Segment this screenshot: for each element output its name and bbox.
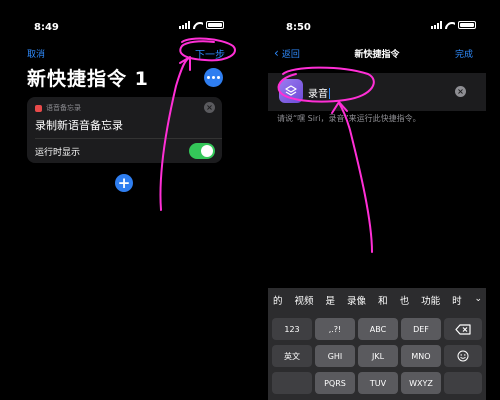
key-pqrs[interactable]: PQRS (315, 372, 355, 394)
key-abc[interactable]: ABC (358, 318, 398, 340)
cellular-signal-icon (179, 21, 190, 29)
emoji-icon[interactable] (444, 345, 482, 367)
text-caret (329, 88, 330, 99)
shortcut-name-field[interactable]: 录音 × (268, 73, 486, 111)
status-time: 8:50 (286, 22, 311, 33)
status-time: 8:49 (34, 22, 59, 33)
status-bar: 8:49 (14, 16, 234, 34)
divider (35, 138, 222, 139)
key-def[interactable]: DEF (401, 318, 441, 340)
return-key[interactable] (444, 372, 482, 394)
show-when-run-toggle[interactable] (189, 143, 215, 159)
key-123[interactable]: 123 (272, 318, 312, 340)
action-app-header: 语音备忘录 (35, 103, 81, 113)
key-tuv[interactable]: TUV (358, 372, 398, 394)
candidate-word[interactable]: 也 (400, 293, 410, 307)
key-jkl[interactable]: JKL (358, 345, 398, 367)
shortcut-title: 新快捷指令 1 (27, 68, 149, 90)
backspace-icon[interactable] (444, 318, 482, 340)
action-app-name: 语音备忘录 (46, 104, 81, 112)
remove-action-icon[interactable]: × (204, 102, 215, 113)
status-icons (431, 21, 476, 29)
clear-text-icon[interactable]: × (455, 86, 466, 97)
key-ghi[interactable]: GHI (315, 345, 355, 367)
battery-icon (206, 21, 224, 29)
key-punctuation[interactable]: ,.?! (315, 318, 355, 340)
candidate-word[interactable]: 录像 (347, 293, 366, 307)
candidate-bar: 的 视频 是 录像 和 也 功能 时 (268, 288, 486, 312)
next-button[interactable]: 下一步 (195, 46, 225, 61)
key-wxyz[interactable]: WXYZ (401, 372, 441, 394)
status-icons (179, 21, 224, 29)
layers-icon[interactable] (279, 79, 303, 103)
key-english[interactable]: 英文 (272, 345, 312, 367)
candidate-word[interactable]: 功能 (421, 293, 440, 307)
candidate-word[interactable]: 时 (452, 293, 462, 307)
wifi-icon (193, 21, 203, 29)
battery-icon (458, 21, 476, 29)
nav-title: 新快捷指令 (354, 50, 400, 60)
plus-icon[interactable]: + (115, 174, 133, 192)
cellular-signal-icon (431, 21, 442, 29)
wifi-icon (445, 21, 455, 29)
action-card: 语音备忘录 × 录制新语音备忘录 运行时显示 (27, 97, 222, 163)
key-mno[interactable]: MNO (401, 345, 441, 367)
action-label: 录制新语音备忘录 (35, 119, 123, 132)
keyboard: 的 视频 是 录像 和 也 功能 时 ⌄ 123 ,.?! ABC DEF 英文… (268, 288, 486, 400)
left-phone-screen: 8:49 取消 下一步 新快捷指令 1 语音备忘录 × 录制新语音备忘录 运行时… (14, 16, 234, 400)
shortcut-name-input[interactable]: 录音 (308, 85, 330, 100)
more-options-icon[interactable] (204, 68, 223, 87)
candidate-word[interactable]: 是 (326, 293, 336, 307)
chevron-down-icon[interactable]: ⌄ (474, 294, 482, 304)
candidate-word[interactable]: 视频 (295, 293, 314, 307)
candidate-word[interactable]: 的 (273, 293, 283, 307)
right-phone-screen: 8:50 ‹ 返回 新快捷指令 完成 录音 × 请说“嘿 Siri，录音”来运行… (268, 16, 486, 400)
candidate-word[interactable]: 和 (378, 293, 388, 307)
cancel-button[interactable]: 取消 (27, 47, 45, 60)
voice-memos-icon (35, 104, 42, 112)
siri-hint: 请说“嘿 Siri，录音”来运行此快捷指令。 (277, 114, 421, 123)
status-bar: 8:50 (268, 16, 486, 34)
globe-icon[interactable] (272, 372, 312, 394)
show-when-run-label: 运行时显示 (35, 148, 81, 158)
done-button[interactable]: 完成 (455, 47, 473, 60)
